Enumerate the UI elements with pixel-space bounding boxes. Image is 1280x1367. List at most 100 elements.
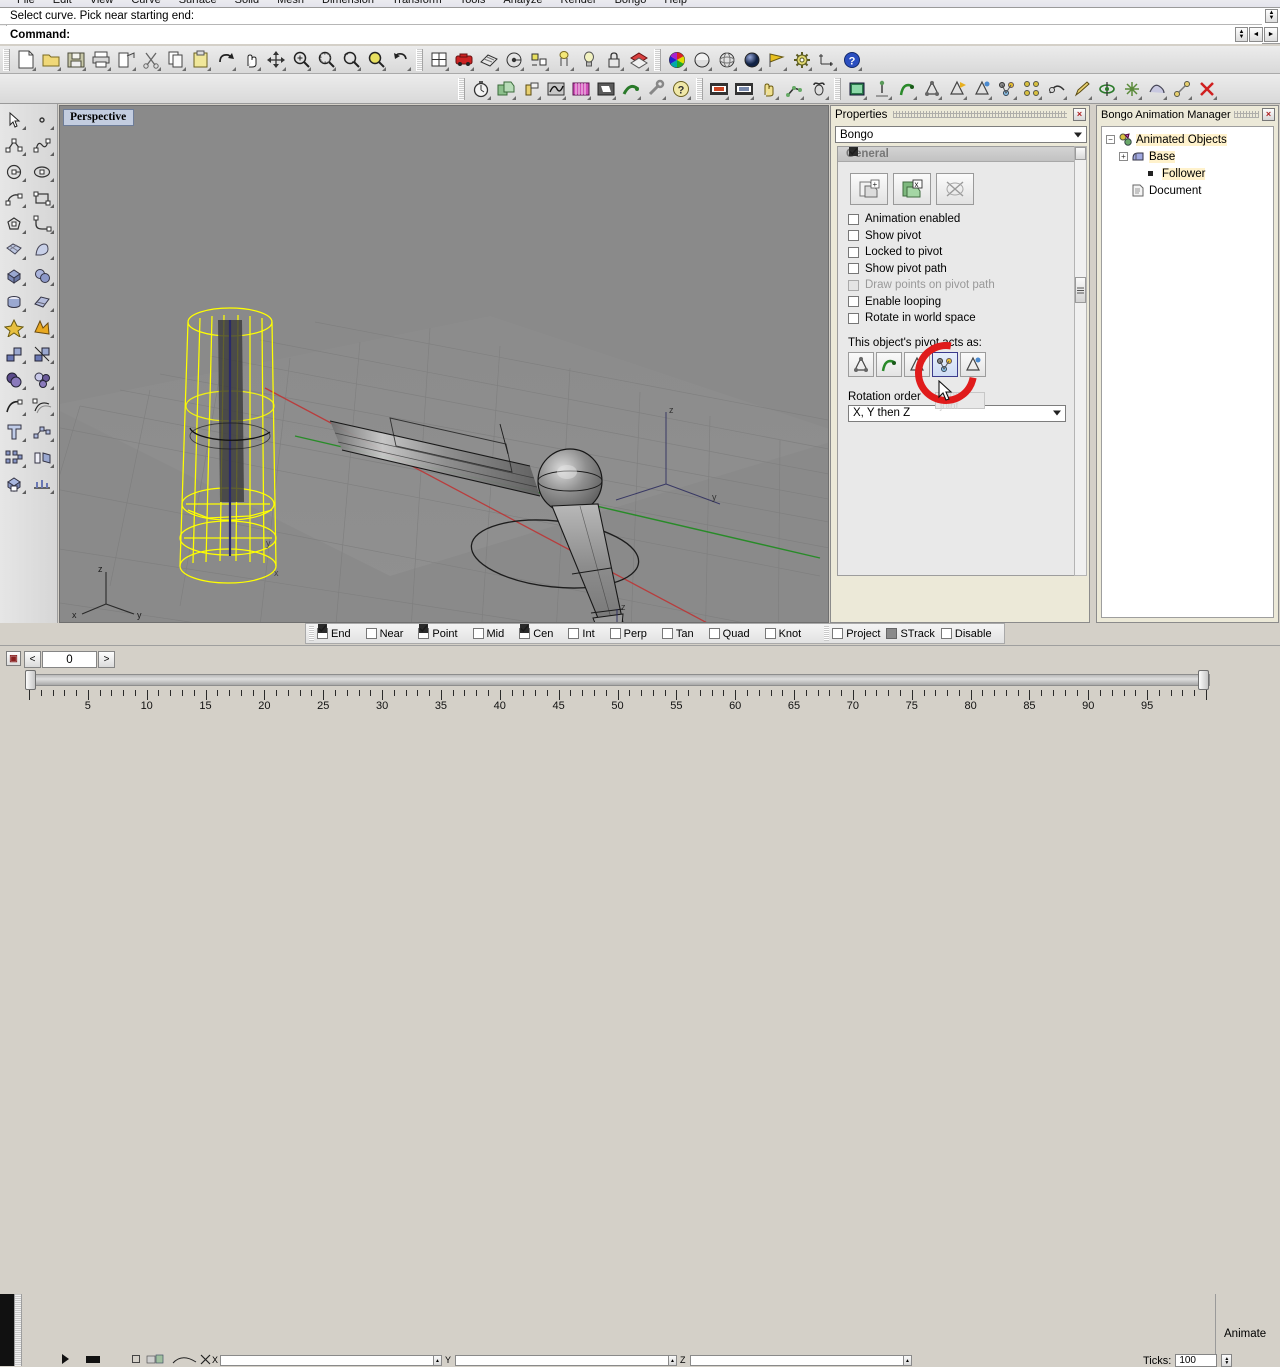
timeline-slider-track[interactable] <box>25 674 1210 686</box>
osnap-project[interactable]: Project <box>832 628 880 640</box>
mirror-icon[interactable] <box>28 444 56 470</box>
command-prev-button[interactable]: ◄ <box>1249 27 1263 42</box>
ghosted-icon[interactable] <box>714 48 739 72</box>
y-field[interactable] <box>455 1355 675 1366</box>
curve-icon[interactable] <box>28 132 56 158</box>
viewport-title[interactable]: Perspective <box>63 109 135 126</box>
color-wheel-icon[interactable] <box>664 48 689 72</box>
menu-item-curve[interactable]: Curve <box>122 0 169 6</box>
prev-frame-button[interactable]: < <box>24 651 41 668</box>
explode-icon[interactable] <box>0 314 28 340</box>
rectangle-icon[interactable] <box>28 184 56 210</box>
pencil-icon[interactable] <box>1069 77 1094 101</box>
x-spinner[interactable]: ▲ <box>433 1355 442 1366</box>
scale-obj-icon[interactable] <box>1119 77 1144 101</box>
arc-icon[interactable] <box>0 184 28 210</box>
surface-icon[interactable] <box>0 236 28 262</box>
print-icon[interactable] <box>88 48 113 72</box>
text-icon[interactable] <box>0 418 28 444</box>
render-anim-icon[interactable] <box>593 77 618 101</box>
checkbox-show-pivot-path[interactable]: Show pivot path <box>838 261 1076 278</box>
render-box-icon[interactable] <box>0 470 28 496</box>
x-field[interactable] <box>220 1355 440 1366</box>
tree-item-base[interactable]: + Base <box>1104 148 1271 165</box>
osnap-perp[interactable]: Perp <box>609 628 647 640</box>
timeline-icon[interactable]: ▣ <box>6 651 21 666</box>
car-film-icon[interactable] <box>706 77 731 101</box>
options-gear-icon[interactable] <box>789 48 814 72</box>
timeline-slider-thumb[interactable] <box>25 670 36 690</box>
four-view-icon[interactable] <box>451 48 476 72</box>
named-view-icon[interactable] <box>526 48 551 72</box>
command-spin-button[interactable]: ▲ ▼ <box>1235 27 1248 42</box>
pivot-hinge-button[interactable] <box>932 351 958 377</box>
add-object-icon[interactable] <box>493 77 518 101</box>
undo-icon[interactable] <box>213 48 238 72</box>
pivot-move-icon[interactable] <box>944 77 969 101</box>
pivot-curve-button[interactable] <box>876 351 902 377</box>
properties-scroll-up-button[interactable] <box>1075 147 1086 160</box>
polygon-icon[interactable] <box>0 210 28 236</box>
blend-curve-icon[interactable] <box>0 392 28 418</box>
new-file-icon[interactable] <box>13 48 38 72</box>
select-arrow-icon[interactable] <box>0 106 28 132</box>
mesh-icon[interactable] <box>501 48 526 72</box>
delete-anim-icon[interactable] <box>1194 77 1219 101</box>
properties-page-selector[interactable]: Bongo <box>835 126 1087 143</box>
osnap-tan[interactable]: Tan <box>661 628 694 640</box>
bull-icon[interactable] <box>806 77 831 101</box>
keyframe-icon[interactable] <box>518 77 543 101</box>
extrude-icon[interactable] <box>28 288 56 314</box>
pivot-axis-icon[interactable] <box>919 77 944 101</box>
pan-icon[interactable] <box>238 48 263 72</box>
timeline-ruler[interactable]: 5 10 15 20 25 30 35 40 45 50 55 60 65 70 75 80 85 90 95 <box>25 690 1210 716</box>
light-icon[interactable] <box>576 48 601 72</box>
stopwatch-icon[interactable] <box>468 77 493 101</box>
open-file-icon[interactable] <box>38 48 63 72</box>
zoom-selected-icon[interactable] <box>363 48 388 72</box>
checkbox-locked-to-pivot[interactable]: Locked to pivot <box>838 147 1076 261</box>
command-prompt-line[interactable]: Command: <box>0 26 1262 44</box>
osnap-near[interactable]: Near <box>365 628 403 640</box>
bongo-toolbar-grip[interactable] <box>834 77 841 100</box>
current-frame-field[interactable]: 0 <box>42 651 97 668</box>
offset-curve-icon[interactable] <box>28 392 56 418</box>
move-icon[interactable] <box>263 48 288 72</box>
flag-icon[interactable] <box>764 48 789 72</box>
menu-item-mesh[interactable]: Mesh <box>268 0 313 6</box>
menu-item-analyze[interactable]: Analyze <box>494 0 551 6</box>
delete-icon[interactable] <box>200 1354 212 1365</box>
pivot-chain-icon[interactable] <box>994 77 1019 101</box>
zoom-extents-icon[interactable] <box>338 48 363 72</box>
paste-icon[interactable] <box>188 48 213 72</box>
pivot-free-button[interactable] <box>848 351 874 377</box>
tree-expander[interactable]: − <box>1106 135 1115 144</box>
menu-item-surface[interactable]: Surface <box>170 0 226 6</box>
trim-icon[interactable] <box>28 340 56 366</box>
box-icon[interactable] <box>0 262 28 288</box>
menu-item-tools[interactable]: Tools <box>451 0 495 6</box>
menu-item-bongo[interactable]: Bongo <box>606 0 656 6</box>
osnap-int[interactable]: Int <box>568 628 595 640</box>
object-properties-icon[interactable] <box>551 48 576 72</box>
point-icon[interactable] <box>28 106 56 132</box>
sphere-icon[interactable] <box>28 262 56 288</box>
ik-chain-icon[interactable] <box>781 77 806 101</box>
link-icon[interactable] <box>1169 77 1194 101</box>
checkbox-rotate-in-world-space[interactable]: Rotate in world space <box>838 310 1076 327</box>
properties-drag-dots[interactable] <box>893 111 1067 118</box>
rendered-icon[interactable] <box>739 48 764 72</box>
properties-scrollbar[interactable] <box>1074 146 1087 576</box>
cut-icon[interactable] <box>138 48 163 72</box>
menu-item-transform[interactable]: Transform <box>383 0 451 6</box>
osnap-mid[interactable]: Mid <box>472 628 504 640</box>
menu-item-edit[interactable]: Edit <box>44 0 81 6</box>
film-icon[interactable] <box>568 77 593 101</box>
rotate-view-icon[interactable] <box>388 48 413 72</box>
remove-animation-button[interactable]: x <box>893 173 931 205</box>
ik-solver-icon[interactable] <box>1019 77 1044 101</box>
checkbox-animation-enabled[interactable]: Animation enabled <box>838 147 1076 228</box>
tree-item-follower[interactable]: Follower <box>1104 165 1271 182</box>
menu-item-view[interactable]: View <box>81 0 123 6</box>
pivot-balljoint-button[interactable] <box>960 351 986 377</box>
